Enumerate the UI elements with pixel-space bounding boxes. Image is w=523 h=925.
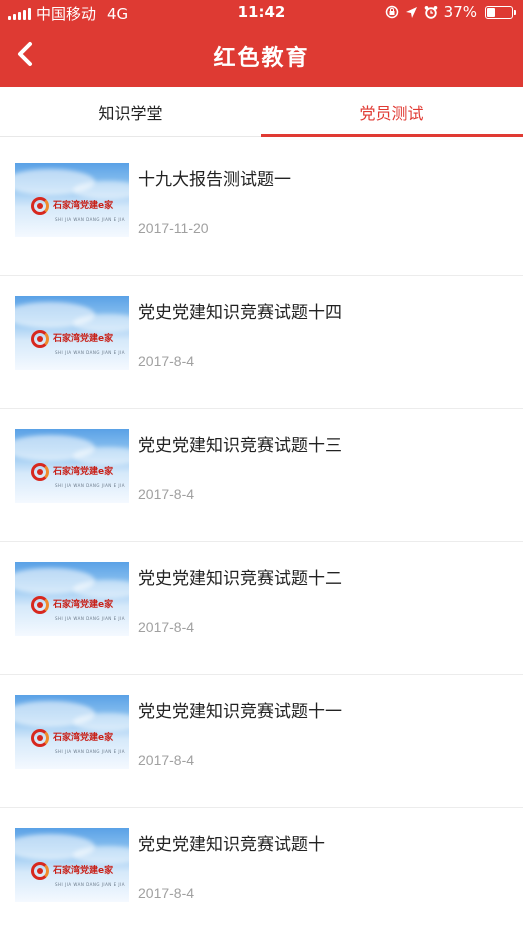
logo-subtitle: SHI JIA WAN DANG JIAN E JIA	[55, 749, 125, 754]
item-date: 2017-8-4	[138, 486, 195, 502]
list-item[interactable]: 石家湾党建e家 SHI JIA WAN DANG JIAN E JIA 党史党建知识…	[0, 409, 523, 542]
party-emblem-icon	[31, 729, 49, 747]
list-item[interactable]: 石家湾党建e家 SHI JIA WAN DANG JIAN E JIA 党史党建知识…	[0, 808, 523, 925]
app-header: 中国移动 4G 11:42 37% 红色教育	[0, 0, 523, 87]
item-date: 2017-8-4	[138, 619, 195, 635]
party-emblem-icon	[31, 596, 49, 614]
list-item[interactable]: 石家湾党建e家 SHI JIA WAN DANG JIAN E JIA 党史党建知识…	[0, 542, 523, 675]
item-date: 2017-8-4	[138, 752, 195, 768]
item-date: 2017-11-20	[138, 220, 209, 236]
item-title: 党史党建知识竞赛试题十三	[138, 436, 342, 456]
logo-subtitle: SHI JIA WAN DANG JIAN E JIA	[55, 350, 125, 355]
item-title: 党史党建知识竞赛试题十四	[138, 303, 342, 323]
logo-subtitle: SHI JIA WAN DANG JIAN E JIA	[55, 217, 125, 222]
brand-logo: 石家湾党建e家	[31, 330, 113, 348]
logo-text: 石家湾党建e家	[53, 732, 114, 743]
party-emblem-icon	[31, 330, 49, 348]
item-date: 2017-8-4	[138, 885, 195, 901]
tab-member-test[interactable]: 党员测试	[261, 87, 522, 137]
item-thumbnail: 石家湾党建e家 SHI JIA WAN DANG JIAN E JIA	[15, 163, 129, 237]
logo-subtitle: SHI JIA WAN DANG JIAN E JIA	[55, 483, 125, 488]
party-emblem-icon	[31, 197, 49, 215]
status-right: 37%	[385, 3, 516, 21]
battery-fill	[487, 7, 495, 17]
tab-bar: 知识学堂 党员测试	[0, 87, 523, 137]
brand-logo: 石家湾党建e家	[31, 729, 113, 747]
battery-percent: 37%	[443, 3, 477, 21]
tab-knowledge-hall[interactable]: 知识学堂	[0, 87, 261, 137]
item-title: 十九大报告测试题一	[138, 170, 291, 190]
party-emblem-icon	[31, 463, 49, 481]
brand-logo: 石家湾党建e家	[31, 862, 113, 880]
item-thumbnail: 石家湾党建e家 SHI JIA WAN DANG JIAN E JIA	[15, 296, 129, 370]
brand-logo: 石家湾党建e家	[31, 197, 113, 215]
location-icon	[405, 6, 417, 18]
logo-text: 石家湾党建e家	[53, 466, 114, 477]
item-thumbnail: 石家湾党建e家 SHI JIA WAN DANG JIAN E JIA	[15, 429, 129, 503]
logo-subtitle: SHI JIA WAN DANG JIAN E JIA	[55, 616, 125, 621]
alarm-icon	[424, 6, 437, 19]
logo-text: 石家湾党建e家	[53, 865, 114, 876]
item-date: 2017-8-4	[138, 353, 195, 369]
party-emblem-icon	[31, 862, 49, 880]
page-title: 红色教育	[213, 46, 310, 71]
item-title: 党史党建知识竞赛试题十二	[138, 569, 342, 589]
item-thumbnail: 石家湾党建e家 SHI JIA WAN DANG JIAN E JIA	[15, 562, 129, 636]
logo-text: 石家湾党建e家	[53, 200, 114, 211]
logo-text: 石家湾党建e家	[53, 599, 114, 610]
lock-rotation-icon	[385, 5, 398, 19]
list-item[interactable]: 石家湾党建e家 SHI JIA WAN DANG JIAN E JIA 党史党建知识…	[0, 675, 523, 808]
status-bar: 中国移动 4G 11:42 37%	[0, 0, 523, 24]
item-title: 党史党建知识竞赛试题十一	[138, 702, 342, 722]
test-list: 石家湾党建e家 SHI JIA WAN DANG JIAN E JIA 十九大报告测…	[0, 143, 523, 925]
logo-text: 石家湾党建e家	[53, 333, 114, 344]
item-title: 党史党建知识竞赛试题十	[138, 835, 325, 855]
active-tab-indicator	[261, 134, 523, 137]
list-item[interactable]: 石家湾党建e家 SHI JIA WAN DANG JIAN E JIA 党史党建知识…	[0, 276, 523, 409]
brand-logo: 石家湾党建e家	[31, 596, 113, 614]
item-thumbnail: 石家湾党建e家 SHI JIA WAN DANG JIAN E JIA	[15, 828, 129, 902]
item-thumbnail: 石家湾党建e家 SHI JIA WAN DANG JIAN E JIA	[15, 695, 129, 769]
logo-subtitle: SHI JIA WAN DANG JIAN E JIA	[55, 882, 125, 887]
brand-logo: 石家湾党建e家	[31, 463, 113, 481]
list-item[interactable]: 石家湾党建e家 SHI JIA WAN DANG JIAN E JIA 十九大报告测…	[0, 143, 523, 276]
battery-icon	[485, 5, 516, 19]
